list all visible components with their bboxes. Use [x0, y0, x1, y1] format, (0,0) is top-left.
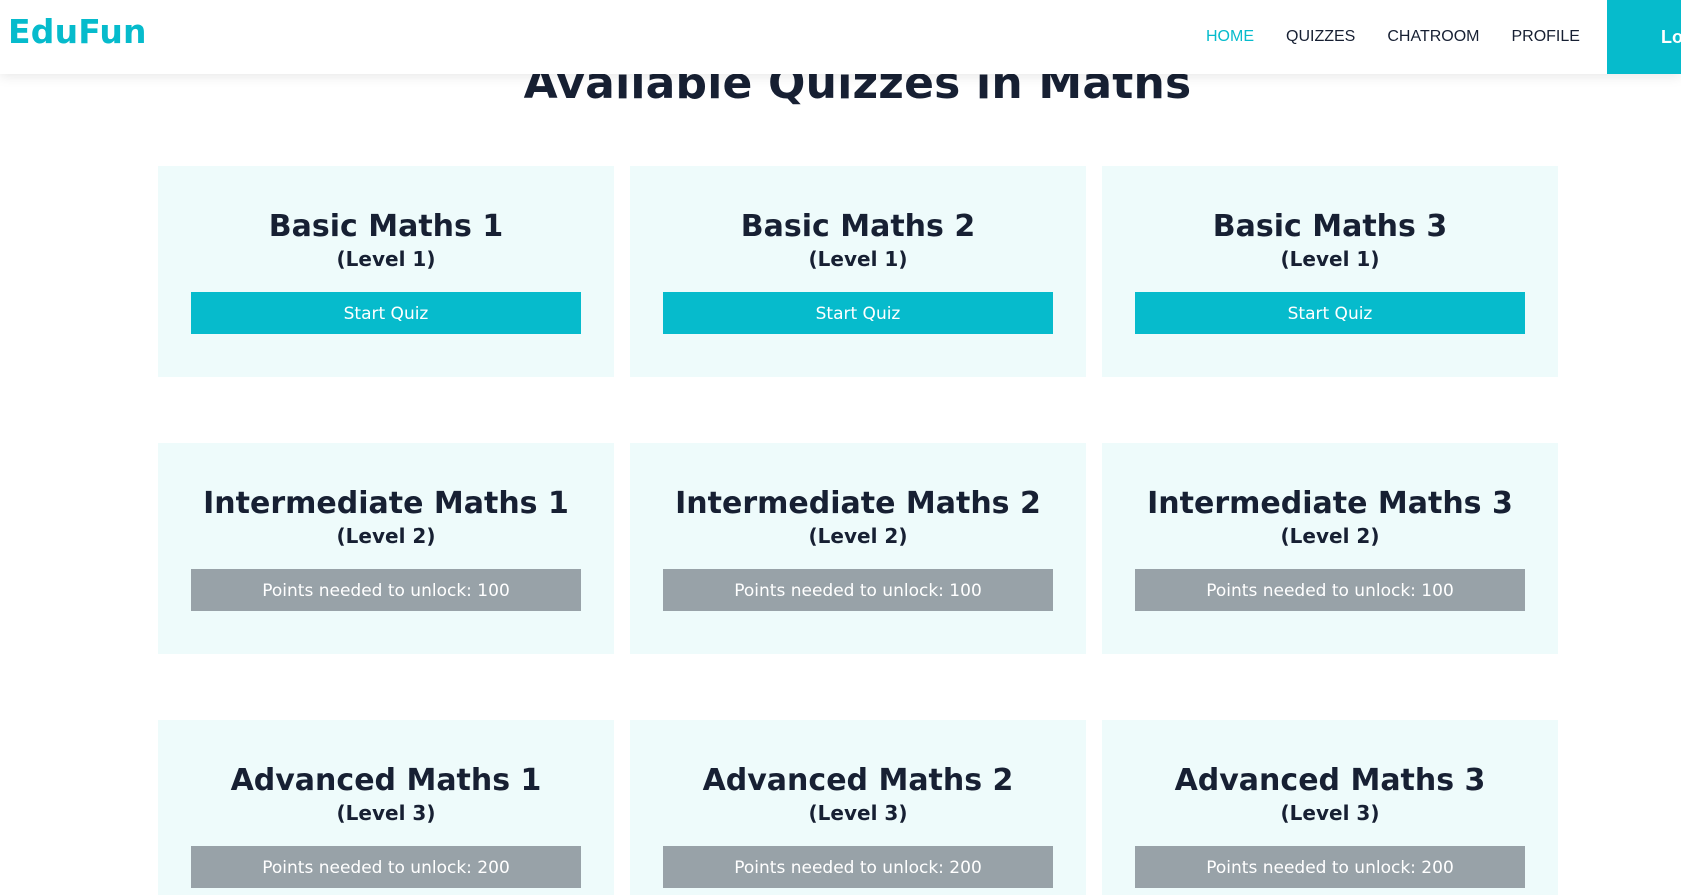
- page: Available Quizzes in Maths EduFun HOME Q…: [0, 0, 1681, 895]
- locked-quiz-button[interactable]: Points needed to unlock: 100: [1135, 569, 1525, 611]
- quiz-level: (Level 2): [1280, 524, 1380, 548]
- brand-logo[interactable]: EduFun: [8, 12, 147, 51]
- start-quiz-button[interactable]: Start Quiz: [663, 292, 1053, 334]
- quiz-card: Advanced Maths 3 (Level 3) Points needed…: [1102, 720, 1558, 895]
- quiz-level: (Level 3): [808, 801, 908, 825]
- locked-quiz-button[interactable]: Points needed to unlock: 100: [663, 569, 1053, 611]
- nav-item-home[interactable]: HOME: [1190, 0, 1270, 74]
- login-button[interactable]: Lo: [1607, 0, 1681, 74]
- quiz-title: Advanced Maths 1: [230, 763, 542, 798]
- quiz-grid: Basic Maths 1 (Level 1) Start Quiz Basic…: [158, 166, 1558, 895]
- start-quiz-button[interactable]: Start Quiz: [1135, 292, 1525, 334]
- quiz-title: Basic Maths 2: [740, 209, 976, 244]
- quiz-title: Basic Maths 1: [268, 209, 504, 244]
- quiz-level: (Level 1): [336, 247, 436, 271]
- quiz-card: Intermediate Maths 2 (Level 2) Points ne…: [630, 443, 1086, 654]
- quiz-title: Basic Maths 3: [1212, 209, 1448, 244]
- nav-item-chatroom[interactable]: CHATROOM: [1371, 0, 1495, 74]
- quiz-level: (Level 3): [336, 801, 436, 825]
- quiz-card: Basic Maths 1 (Level 1) Start Quiz: [158, 166, 614, 377]
- quiz-card: Basic Maths 2 (Level 1) Start Quiz: [630, 166, 1086, 377]
- locked-quiz-button[interactable]: Points needed to unlock: 100: [191, 569, 581, 611]
- quiz-title: Advanced Maths 2: [702, 763, 1014, 798]
- quiz-level: (Level 1): [808, 247, 908, 271]
- quiz-card: Advanced Maths 1 (Level 3) Points needed…: [158, 720, 614, 895]
- quiz-level: (Level 3): [1280, 801, 1380, 825]
- nav-item-profile[interactable]: PROFILE: [1495, 0, 1595, 74]
- navbar: EduFun HOME QUIZZES CHATROOM PROFILE Lo: [0, 0, 1681, 74]
- quiz-card: Intermediate Maths 1 (Level 2) Points ne…: [158, 443, 614, 654]
- locked-quiz-button[interactable]: Points needed to unlock: 200: [1135, 846, 1525, 888]
- nav-item-quizzes[interactable]: QUIZZES: [1270, 0, 1371, 74]
- locked-quiz-button[interactable]: Points needed to unlock: 200: [663, 846, 1053, 888]
- quiz-level: (Level 2): [336, 524, 436, 548]
- quiz-title: Intermediate Maths 2: [675, 486, 1041, 521]
- quiz-card: Intermediate Maths 3 (Level 2) Points ne…: [1102, 443, 1558, 654]
- quiz-card: Basic Maths 3 (Level 1) Start Quiz: [1102, 166, 1558, 377]
- quiz-title: Intermediate Maths 1: [203, 486, 569, 521]
- quiz-title: Intermediate Maths 3: [1147, 486, 1513, 521]
- quiz-card: Advanced Maths 2 (Level 3) Points needed…: [630, 720, 1086, 895]
- quiz-level: (Level 2): [808, 524, 908, 548]
- start-quiz-button[interactable]: Start Quiz: [191, 292, 581, 334]
- quiz-title: Advanced Maths 3: [1174, 763, 1486, 798]
- quiz-level: (Level 1): [1280, 247, 1380, 271]
- locked-quiz-button[interactable]: Points needed to unlock: 200: [191, 846, 581, 888]
- nav-links: HOME QUIZZES CHATROOM PROFILE: [1190, 0, 1596, 74]
